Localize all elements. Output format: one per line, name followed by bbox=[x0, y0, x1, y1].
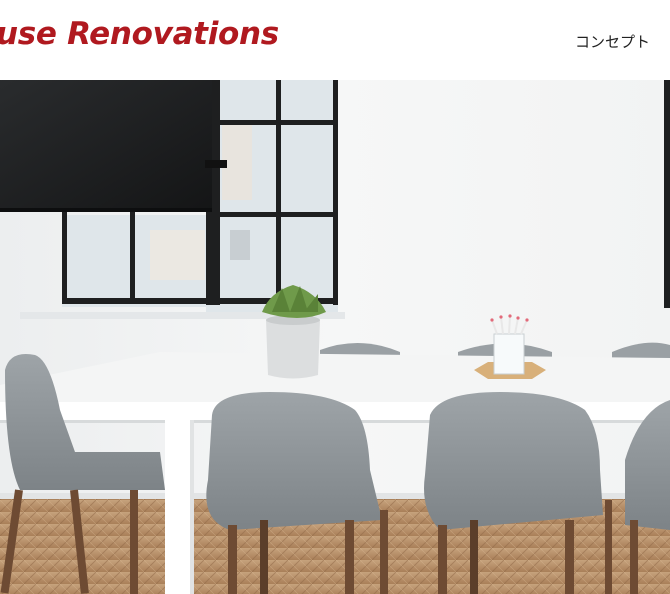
potted-plant bbox=[262, 285, 326, 379]
site-header: use Renovations コンセプト bbox=[0, 0, 670, 80]
nav-item-concept[interactable]: コンセプト bbox=[575, 31, 650, 52]
site-logo[interactable]: use Renovations bbox=[0, 16, 279, 52]
hero-image bbox=[0, 80, 670, 594]
tv-screen bbox=[0, 80, 227, 212]
right-window bbox=[664, 80, 670, 308]
